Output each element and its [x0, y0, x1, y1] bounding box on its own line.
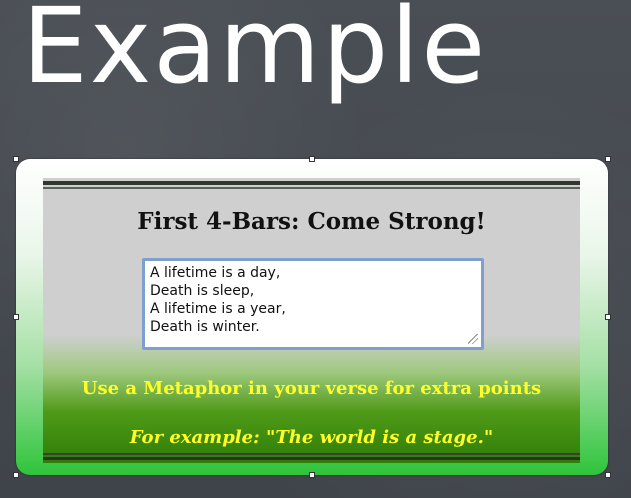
bottom-rule-thin — [43, 453, 580, 455]
resize-handle-middle-right[interactable] — [605, 314, 611, 320]
lyrics-textarea[interactable]: A lifetime is a day, Death is sleep, A l… — [142, 258, 484, 350]
resize-handle-top-right[interactable] — [605, 156, 611, 162]
bottom-rule — [43, 457, 580, 460]
lyric-line: Death is sleep, — [150, 283, 255, 299]
lyric-line: A lifetime is a day, — [150, 265, 281, 281]
resize-handle-bottom-center[interactable] — [309, 472, 315, 478]
example-text: For example: "The world is a stage." — [129, 427, 494, 448]
resize-handle-bottom-left[interactable] — [13, 472, 19, 478]
lyric-line: A lifetime is a year, — [150, 301, 286, 317]
content-panel: First 4-Bars: Come Strong! A lifetime is… — [43, 178, 580, 463]
top-rule — [43, 181, 580, 185]
panel-heading: First 4-Bars: Come Strong! — [137, 208, 486, 235]
metaphor-tip: Use a Metaphor in your verse for extra p… — [81, 378, 542, 399]
resize-handle-bottom-right[interactable] — [605, 472, 611, 478]
textarea-resize-grip-icon[interactable] — [468, 334, 478, 344]
top-rule-thin — [43, 187, 580, 189]
slide-title: Example — [22, 0, 488, 107]
resize-handle-middle-left[interactable] — [13, 314, 19, 320]
resize-handle-top-center[interactable] — [309, 156, 315, 162]
resize-handle-top-left[interactable] — [13, 156, 19, 162]
lyric-line: Death is winter. — [150, 319, 260, 335]
